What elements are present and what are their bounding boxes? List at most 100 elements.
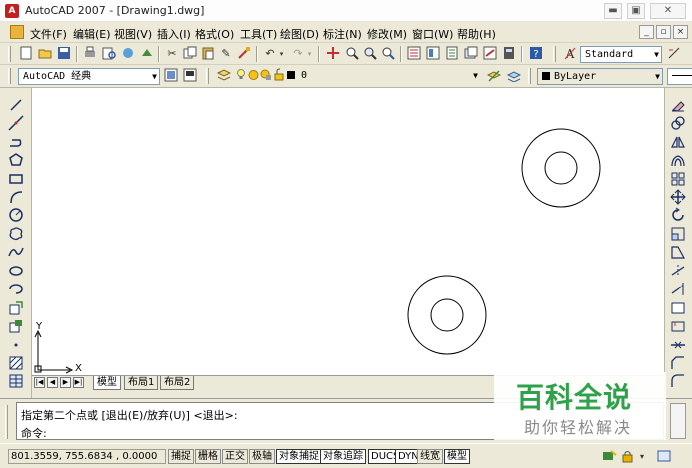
color-combo[interactable]: ByLayer ▼ [537, 68, 663, 85]
make-block-icon[interactable] [8, 318, 24, 334]
layer-properties-manager-icon[interactable] [216, 68, 232, 84]
dimension-style-icon[interactable] [666, 46, 682, 62]
copy-icon[interactable] [670, 115, 686, 131]
polyline-icon[interactable] [8, 134, 24, 150]
block-editor-icon[interactable] [236, 46, 252, 62]
model-toggle[interactable]: 模型 [444, 449, 470, 464]
workspace-combo[interactable]: AutoCAD 经典 ▼ [18, 68, 160, 85]
osnap-toggle[interactable]: 对象捕捉 [276, 449, 322, 464]
copy-clip-icon[interactable] [182, 46, 198, 62]
ellipse-arc-icon[interactable] [8, 281, 24, 297]
polygon-icon[interactable] [8, 152, 24, 168]
layer-thaw-sun-icon[interactable] [248, 68, 259, 84]
next-tab-button[interactable]: ▶ [60, 377, 71, 388]
menu-modify[interactable]: 修改(M) [367, 26, 407, 42]
coordinate-display[interactable]: 801.3559, 755.6834 , 0.0000 [8, 449, 166, 464]
insert-block-icon[interactable] [8, 300, 24, 316]
lineweight-toggle[interactable]: 线宽 [417, 449, 443, 464]
scale-icon[interactable] [670, 226, 686, 242]
plot-icon[interactable] [82, 46, 98, 62]
zoom-previous-icon[interactable] [380, 46, 396, 62]
circle-pair-bottom[interactable] [407, 275, 487, 355]
tab-layout1[interactable]: 布局1 [124, 376, 159, 390]
offset-icon[interactable] [670, 152, 686, 168]
menu-file[interactable]: 文件(F) [30, 26, 67, 42]
otrack-toggle[interactable]: 对象追踪 [320, 449, 366, 464]
last-tab-button[interactable]: ▶| [73, 377, 84, 388]
publish-icon[interactable] [120, 46, 136, 62]
mirror-icon[interactable] [670, 134, 686, 150]
save-icon[interactable] [56, 46, 72, 62]
command-scrollbar[interactable] [670, 403, 686, 439]
fillet-icon[interactable] [670, 373, 686, 389]
rotate-icon[interactable] [670, 207, 686, 223]
snap-toggle[interactable]: 捕捉 [168, 449, 194, 464]
lock-toolbar-icon[interactable] [620, 449, 636, 465]
ellipse-icon[interactable] [8, 263, 24, 279]
workspace-settings-icon[interactable] [163, 68, 179, 84]
array-icon[interactable] [670, 171, 686, 187]
menu-help[interactable]: 帮助(H) [457, 26, 496, 42]
join-icon[interactable] [670, 337, 686, 353]
erase-icon[interactable] [670, 97, 686, 113]
menu-format[interactable]: 格式(O) [195, 26, 234, 42]
text-style-icon[interactable]: A [562, 46, 578, 62]
break-icon[interactable] [670, 318, 686, 334]
design-center-icon[interactable] [425, 46, 441, 62]
maximize-button[interactable]: ▣ [627, 3, 645, 19]
break-at-point-icon[interactable] [670, 300, 686, 316]
clean-screen-icon[interactable] [656, 449, 672, 465]
toolbar-grip[interactable] [553, 46, 556, 62]
properties-icon[interactable] [406, 46, 422, 62]
layer-combo[interactable]: 0 ▼ [297, 68, 480, 85]
chamfer-icon[interactable] [670, 355, 686, 371]
open-file-icon[interactable] [37, 46, 53, 62]
match-properties-icon[interactable]: ✎ [218, 46, 234, 62]
toolbar-grip[interactable] [528, 68, 531, 84]
tab-model[interactable]: 模型 [93, 376, 121, 390]
layer-previous-icon[interactable] [506, 68, 522, 84]
arc-icon[interactable] [8, 189, 24, 205]
menu-view[interactable]: 视图(V) [114, 26, 152, 42]
circle-pair-top[interactable] [521, 128, 601, 208]
command-prompt[interactable]: 命令: [21, 425, 47, 441]
menu-tools[interactable]: 工具(T) [240, 26, 277, 42]
make-object-layer-current-icon[interactable] [486, 68, 502, 84]
menu-edit[interactable]: 编辑(E) [73, 26, 111, 42]
redo-dropdown-icon[interactable]: ▾ [305, 46, 314, 62]
zoom-window-icon[interactable] [362, 46, 378, 62]
circle-icon[interactable] [8, 207, 24, 223]
my-workspace-icon[interactable] [182, 68, 198, 84]
rectangle-icon[interactable] [8, 171, 24, 187]
zoom-realtime-icon[interactable] [344, 46, 360, 62]
menu-window[interactable]: 窗口(W) [412, 26, 453, 42]
construction-line-icon[interactable] [8, 115, 24, 131]
move-icon[interactable] [670, 189, 686, 205]
spline-icon[interactable] [8, 244, 24, 260]
menu-dimension[interactable]: 标注(N) [323, 26, 362, 42]
layer-on-lightbulb-icon[interactable] [236, 68, 246, 84]
revision-cloud-icon[interactable] [8, 226, 24, 242]
trim-icon[interactable] [670, 263, 686, 279]
close-button[interactable]: ✕ [650, 3, 686, 19]
document-icon[interactable] [10, 25, 24, 39]
plot-preview-icon[interactable] [101, 46, 117, 62]
quickcalc-icon[interactable] [501, 46, 517, 62]
3d-dwf-icon[interactable] [139, 46, 155, 62]
doc-restore-button[interactable]: ▫ [656, 25, 671, 39]
text-style-combo[interactable]: Standard ▼ [580, 46, 662, 63]
markup-set-manager-icon[interactable] [482, 46, 498, 62]
paste-icon[interactable] [200, 46, 216, 62]
hatch-icon[interactable] [8, 355, 24, 371]
point-icon[interactable] [8, 337, 24, 353]
layer-unlock-icon[interactable] [273, 68, 285, 84]
undo-icon[interactable]: ↶ [262, 46, 278, 62]
minimize-button[interactable]: ▬ [604, 3, 622, 19]
doc-minimize-button[interactable]: _ [639, 25, 654, 39]
table-icon[interactable] [8, 373, 24, 389]
new-file-icon[interactable] [18, 46, 34, 62]
pan-realtime-icon[interactable] [325, 46, 341, 62]
linetype-combo[interactable] [667, 68, 692, 85]
extend-icon[interactable] [670, 281, 686, 297]
tab-layout2[interactable]: 布局2 [160, 376, 195, 390]
